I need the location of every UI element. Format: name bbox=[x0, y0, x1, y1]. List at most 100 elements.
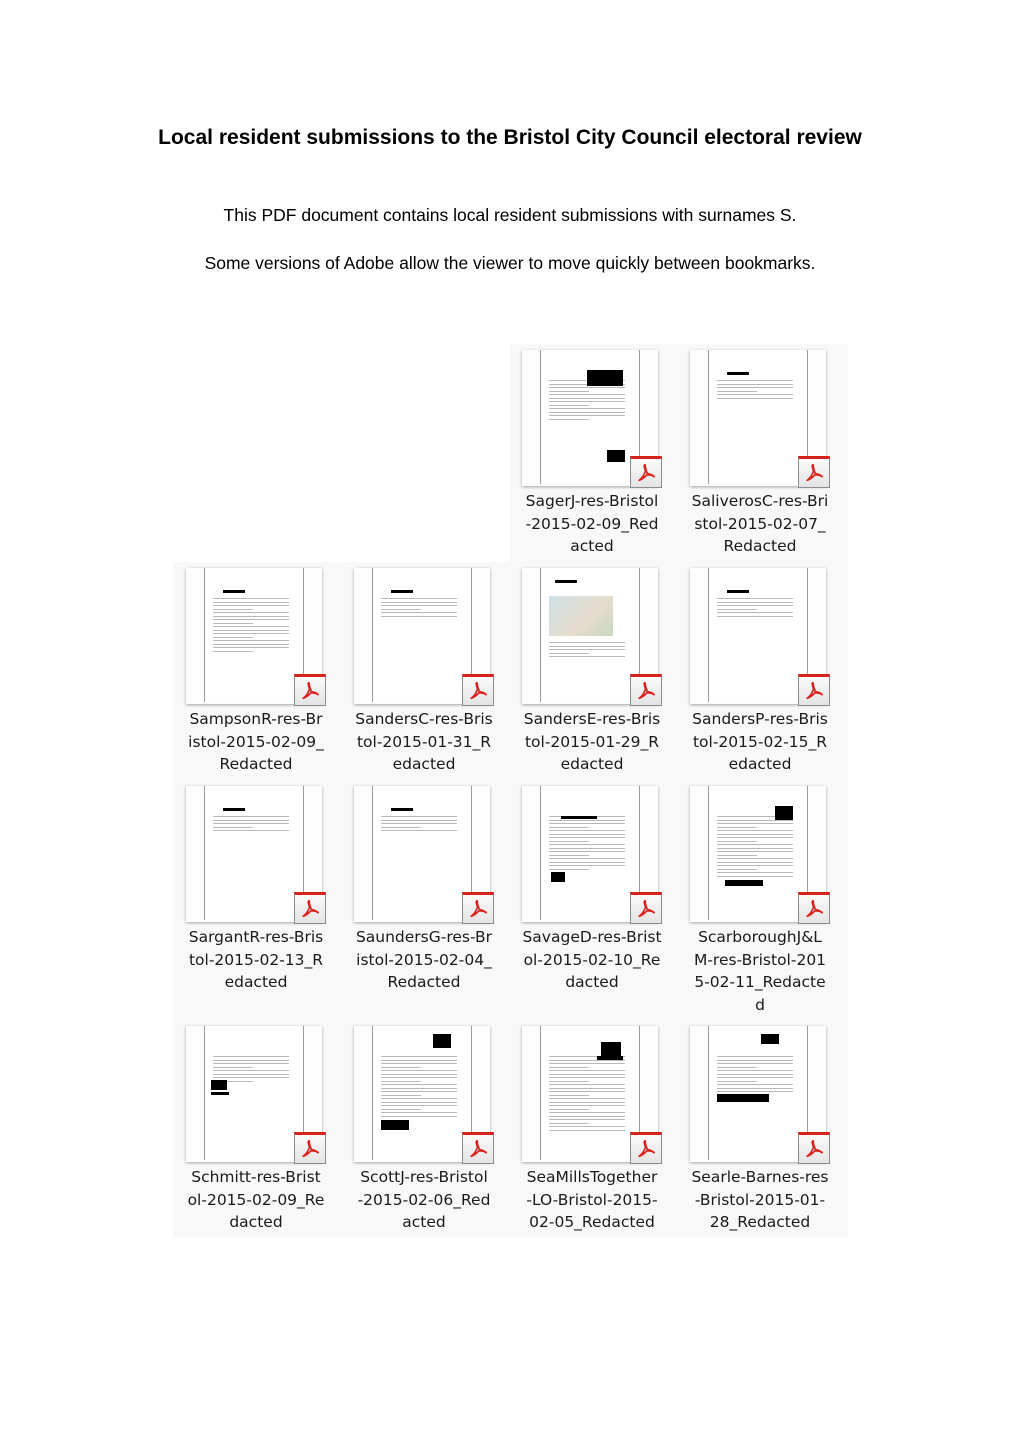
redaction-block bbox=[601, 1042, 621, 1056]
text-line bbox=[381, 1087, 457, 1089]
text-line bbox=[717, 1073, 793, 1075]
file-thumbnail[interactable] bbox=[186, 568, 326, 706]
file-name[interactable]: SaliverosC-res-Bri stol-2015-02-07_ Redact… bbox=[676, 490, 844, 558]
pdf-icon bbox=[798, 456, 830, 488]
file-name-line: Redacted bbox=[219, 755, 293, 773]
text-line bbox=[381, 823, 457, 824]
text-line bbox=[213, 1066, 253, 1068]
file-name[interactable]: SavageD-res-Brist ol-2015-02-10_Re dacted bbox=[508, 926, 676, 994]
file-name[interactable]: SargantR-res-Bris tol-2015-02-13_Redacted bbox=[172, 926, 340, 994]
text-line bbox=[717, 390, 757, 392]
file-thumbnail[interactable] bbox=[186, 1026, 326, 1164]
file-thumbnail[interactable] bbox=[690, 568, 830, 706]
file-name-line: Schmitt-res-Brist bbox=[191, 1168, 321, 1186]
text-line bbox=[549, 840, 589, 842]
file-name[interactable]: SampsonR-res-Br istol-2015-02-09_ Redacted bbox=[172, 708, 340, 776]
file-name[interactable]: Schmitt-res-Brist ol-2015-02-09_Re dacted bbox=[172, 1166, 340, 1234]
text-line bbox=[549, 826, 589, 828]
file-thumbnail[interactable] bbox=[354, 786, 494, 924]
file-name-line: istol-2015-02-04_ bbox=[356, 950, 492, 969]
text-line bbox=[717, 865, 793, 866]
pdf-icon bbox=[630, 674, 662, 706]
file-thumbnail[interactable] bbox=[522, 568, 662, 706]
redaction-block bbox=[717, 1094, 769, 1102]
text-line bbox=[549, 1126, 625, 1127]
file-name-line: edacted bbox=[224, 973, 288, 991]
file-name[interactable]: SandersC-res-Bris tol-2015-01-31_R edacted bbox=[340, 708, 508, 776]
text-line bbox=[381, 1115, 457, 1117]
text-line bbox=[381, 605, 457, 606]
text-line bbox=[381, 1094, 421, 1096]
text-line bbox=[213, 622, 253, 624]
file-thumbnail[interactable] bbox=[690, 350, 830, 488]
file-name[interactable]: SaundersG-res-Br istol-2015-02-04_ Redacte… bbox=[340, 926, 508, 994]
file-name-line: edacted bbox=[728, 755, 792, 773]
redaction-block bbox=[211, 1080, 227, 1090]
text-line bbox=[381, 816, 457, 817]
file-thumbnail[interactable] bbox=[354, 568, 494, 706]
file-name-line: SavageD-res-Brist bbox=[522, 928, 662, 946]
text-line bbox=[213, 826, 253, 828]
redaction-block bbox=[561, 816, 597, 819]
file-name[interactable]: ScottJ-res-Bristol -2015-02-06_Red acted bbox=[340, 1166, 508, 1234]
text-line bbox=[213, 633, 289, 634]
text-line bbox=[381, 1091, 457, 1092]
file-name[interactable]: Searle-Barnes-res -Bristol-2015-01- 28_Red… bbox=[676, 1166, 844, 1234]
text-line bbox=[213, 1056, 289, 1057]
text-line bbox=[381, 601, 457, 603]
file-name[interactable]: SandersP-res-Bris tol-2015-02-15_Redacted bbox=[676, 708, 844, 776]
file-name-line: -Bristol-2015-01- bbox=[694, 1190, 826, 1209]
text-line bbox=[549, 837, 625, 838]
redaction-block bbox=[223, 590, 245, 593]
file-name-line: tol-2015-02-15_R bbox=[692, 732, 828, 751]
file-name[interactable]: SagerJ-res-Bristol -2015-02-09_Red acted bbox=[508, 490, 676, 558]
pdf-icon bbox=[294, 1132, 326, 1164]
text-line bbox=[549, 1105, 625, 1106]
file-thumbnail[interactable] bbox=[522, 786, 662, 924]
text-line bbox=[549, 645, 625, 647]
page-preview bbox=[708, 786, 808, 920]
text-line bbox=[381, 1073, 457, 1075]
text-line bbox=[213, 1059, 289, 1061]
file-name-line: tol-2015-02-13_R bbox=[188, 950, 324, 969]
file-name-line: SagerJ-res-Bristol bbox=[525, 492, 659, 510]
intro-paragraph: This PDF document contains local residen… bbox=[223, 205, 797, 225]
file-thumbnail[interactable] bbox=[522, 1026, 662, 1164]
file-name[interactable]: ScarboroughJ&L M-res-Bristol-201 5-02-11_R… bbox=[676, 926, 844, 1016]
text-line bbox=[381, 1112, 457, 1113]
text-line bbox=[717, 868, 757, 870]
text-line bbox=[549, 397, 625, 399]
file-thumbnail[interactable] bbox=[522, 350, 662, 488]
file-name-line: acted bbox=[570, 537, 614, 555]
text-line bbox=[381, 830, 457, 831]
text-line bbox=[549, 404, 589, 406]
redaction-block bbox=[551, 872, 565, 882]
file-thumbnail[interactable] bbox=[354, 1026, 494, 1164]
text-line bbox=[717, 830, 793, 831]
text-line bbox=[549, 1119, 625, 1120]
text-line bbox=[213, 598, 289, 599]
file-name[interactable]: SeaMillsTogether -LO-Bristol-2015- 02-05_R… bbox=[508, 1166, 676, 1234]
file-name-line: SargantR-res-Bris bbox=[188, 928, 324, 946]
redaction-block bbox=[587, 370, 623, 386]
text-line bbox=[213, 605, 289, 606]
file-name[interactable]: SandersE-res-Bris tol-2015-01-29_R edacted bbox=[508, 708, 676, 776]
text-line bbox=[717, 851, 793, 852]
text-line bbox=[549, 1129, 625, 1131]
file-thumbnail[interactable] bbox=[690, 786, 830, 924]
text-line bbox=[717, 875, 793, 877]
text-line bbox=[717, 1087, 793, 1089]
file-name-line: tol-2015-01-29_R bbox=[524, 732, 660, 751]
text-line bbox=[549, 854, 589, 856]
file-name-line: SandersP-res-Bris bbox=[692, 710, 828, 728]
text-line bbox=[717, 872, 793, 873]
file-thumbnail[interactable] bbox=[186, 786, 326, 924]
page-preview bbox=[708, 568, 808, 702]
text-line bbox=[381, 598, 457, 599]
file-thumbnail[interactable] bbox=[690, 1026, 830, 1164]
text-line bbox=[549, 1087, 625, 1089]
text-line bbox=[381, 1105, 457, 1106]
text-line bbox=[717, 833, 793, 835]
text-line bbox=[213, 1070, 289, 1071]
text-line bbox=[717, 1056, 793, 1057]
